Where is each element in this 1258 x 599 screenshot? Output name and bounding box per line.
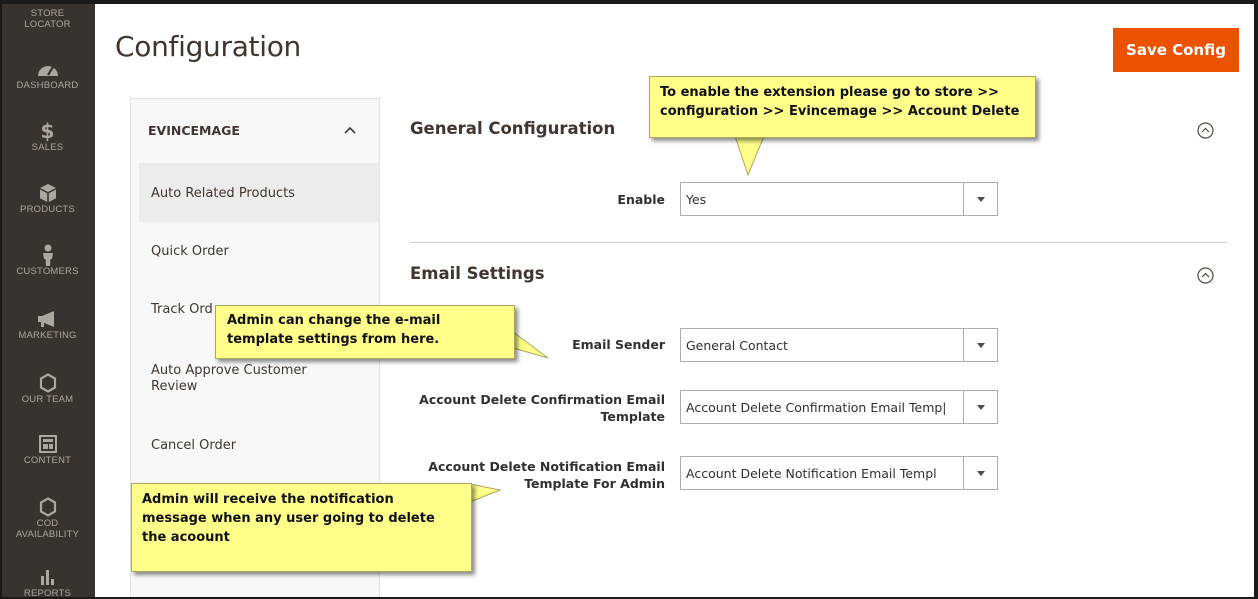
callout-email-template: Admin can change the e-mail template set… <box>215 305 515 359</box>
callout-line: message when any user going to delete <box>142 511 435 526</box>
callout-line: Admin can change the e-mail <box>227 313 441 328</box>
callout-line: template settings from here. <box>227 332 440 347</box>
callout-admin-notification: Admin will receive the notification mess… <box>131 483 472 572</box>
callout-line: configuration >> Evincemage >> Account D… <box>660 104 1020 119</box>
callout-line: To enable the extension please go to sto… <box>660 85 1000 100</box>
callout-enable-instructions: To enable the extension please go to sto… <box>649 76 1036 138</box>
callout-line: the acoount <box>142 530 230 545</box>
callout-line: Admin will receive the notification <box>142 492 394 507</box>
